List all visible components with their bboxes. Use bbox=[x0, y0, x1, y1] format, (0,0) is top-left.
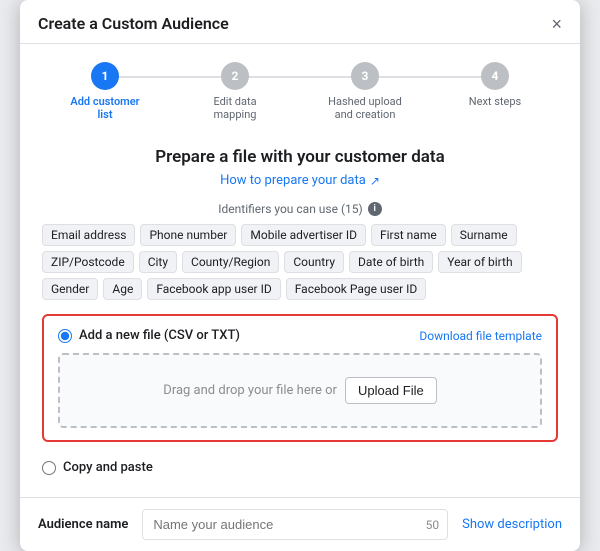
tag-country: Country bbox=[284, 251, 344, 273]
tag-surname: Surname bbox=[451, 224, 517, 246]
tag-mobile-adv: Mobile advertiser ID bbox=[241, 224, 366, 246]
identifiers-header: Identifiers you can use (15) i bbox=[42, 202, 558, 216]
add-new-file-radio[interactable] bbox=[58, 329, 72, 343]
tags-container: Email address Phone number Mobile advert… bbox=[42, 224, 558, 300]
audience-name-input[interactable] bbox=[143, 510, 417, 539]
tag-fb-app-id: Facebook app user ID bbox=[147, 278, 280, 300]
show-description-link[interactable]: Show description bbox=[462, 517, 562, 532]
modal-header: Create a Custom Audience × bbox=[20, 0, 580, 44]
tag-dob: Date of birth bbox=[349, 251, 433, 273]
download-template-link[interactable]: Download file template bbox=[419, 329, 542, 343]
section-title: Prepare a file with your customer data bbox=[42, 147, 558, 167]
step-1-label: Add customer list bbox=[65, 95, 145, 121]
step-2: 2 Edit data mapping bbox=[170, 62, 300, 121]
add-new-file-label[interactable]: Add a new file (CSV or TXT) bbox=[58, 328, 240, 343]
step-2-circle: 2 bbox=[221, 62, 249, 90]
drop-text: Drag and drop your file here or bbox=[163, 383, 337, 398]
stepper: 1 Add customer list 2 Edit data mapping … bbox=[20, 44, 580, 131]
step-4-circle: 4 bbox=[481, 62, 509, 90]
step-3: 3 Hashed upload and creation bbox=[300, 62, 430, 121]
drop-zone[interactable]: Drag and drop your file here or Upload F… bbox=[58, 353, 542, 428]
tag-yob: Year of birth bbox=[438, 251, 521, 273]
audience-name-label: Audience name bbox=[38, 517, 128, 532]
audience-input-wrapper: 50 bbox=[142, 509, 448, 540]
close-button[interactable]: × bbox=[551, 15, 562, 33]
external-link-icon: ↗ bbox=[370, 174, 380, 188]
step-2-label: Edit data mapping bbox=[195, 95, 275, 121]
modal-title: Create a Custom Audience bbox=[38, 14, 229, 33]
step-4: 4 Next steps bbox=[430, 62, 560, 108]
help-link[interactable]: How to prepare your data ↗ bbox=[42, 173, 558, 188]
copy-paste-option: Copy and paste bbox=[42, 452, 558, 481]
char-count: 50 bbox=[418, 518, 448, 532]
step-1-circle: 1 bbox=[91, 62, 119, 90]
upload-option-row: Add a new file (CSV or TXT) Download fil… bbox=[58, 328, 542, 343]
modal-container: Create a Custom Audience × 1 Add custome… bbox=[20, 0, 580, 551]
step-3-circle: 3 bbox=[351, 62, 379, 90]
tag-age: Age bbox=[103, 278, 142, 300]
upload-file-button[interactable]: Upload File bbox=[345, 377, 437, 404]
tag-city: City bbox=[139, 251, 177, 273]
step-3-label: Hashed upload and creation bbox=[325, 95, 405, 121]
modal-body: Prepare a file with your customer data H… bbox=[20, 131, 580, 497]
tag-zip: ZIP/Postcode bbox=[42, 251, 134, 273]
tag-gender: Gender bbox=[42, 278, 98, 300]
step-1: 1 Add customer list bbox=[40, 62, 170, 121]
copy-paste-label[interactable]: Copy and paste bbox=[42, 460, 153, 475]
info-icon: i bbox=[368, 202, 382, 216]
tag-fb-page-id: Facebook Page user ID bbox=[286, 278, 427, 300]
modal-footer: Audience name 50 Show description bbox=[20, 497, 580, 551]
upload-section: Add a new file (CSV or TXT) Download fil… bbox=[42, 314, 558, 442]
tag-email: Email address bbox=[42, 224, 135, 246]
tag-phone: Phone number bbox=[140, 224, 236, 246]
tag-first-name: First name bbox=[371, 224, 446, 246]
copy-paste-radio[interactable] bbox=[42, 461, 56, 475]
tag-county: County/Region bbox=[182, 251, 279, 273]
step-4-label: Next steps bbox=[469, 95, 521, 108]
